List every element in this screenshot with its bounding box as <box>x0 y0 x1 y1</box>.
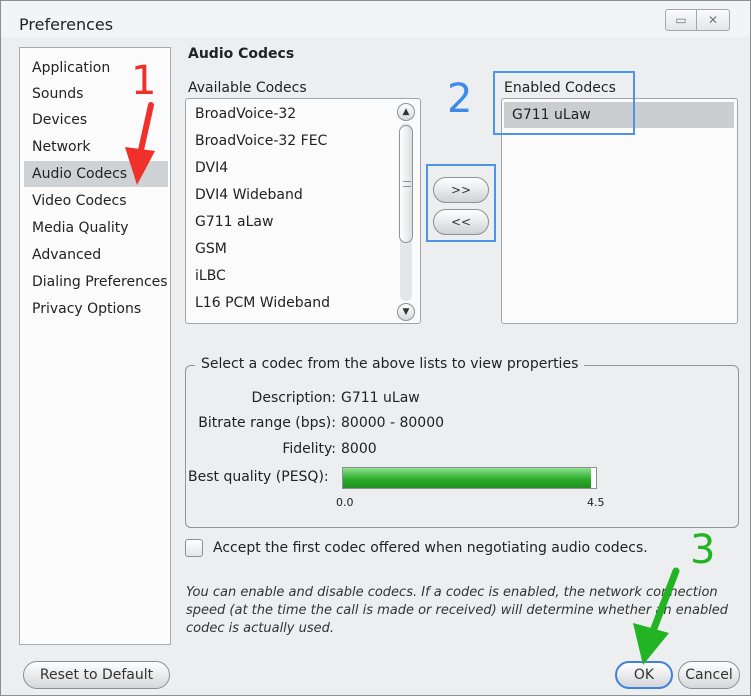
annotation-number-1: 1 <box>131 58 157 104</box>
accept-first-label[interactable]: Accept the first codec offered when nego… <box>213 540 648 556</box>
list-item[interactable]: G711 aLaw <box>195 209 273 235</box>
sidebar-item-advanced[interactable]: Advanced <box>24 242 168 268</box>
list-item[interactable]: iLBC <box>195 263 226 289</box>
list-item[interactable]: DVI4 Wideband <box>195 182 303 208</box>
available-codecs-scrollbar[interactable]: ▲ ▼ <box>396 103 416 321</box>
annotation-box-enabled <box>493 71 635 135</box>
list-item[interactable]: BroadVoice-32 FEC <box>195 128 327 154</box>
close-icon: ✕ <box>707 13 719 27</box>
list-item[interactable]: DVI4 <box>195 155 228 181</box>
sidebar-item-privacy-options[interactable]: Privacy Options <box>24 296 168 322</box>
fidelity-label: Fidelity: <box>282 441 336 457</box>
annotation-number-2: 2 <box>447 76 473 122</box>
preferences-window: Preferences ▭ ✕ Application Sounds Devic… <box>0 0 751 696</box>
sidebar-item-video-codecs[interactable]: Video Codecs <box>24 188 168 214</box>
quality-progress-fill <box>343 468 591 488</box>
quality-label: Best quality (PESQ): <box>188 469 329 485</box>
cancel-button[interactable]: Cancel <box>678 661 740 689</box>
sidebar: Application Sounds Devices Network Audio… <box>19 47 171 645</box>
sidebar-item-dialing-preferences[interactable]: Dialing Preferences <box>24 269 168 295</box>
quality-min-label: 0.0 <box>336 496 354 509</box>
quality-progress-bar <box>342 467 597 489</box>
sidebar-item-network[interactable]: Network <box>24 134 168 160</box>
list-item[interactable]: GSM <box>195 236 227 262</box>
available-codecs-list[interactable]: BroadVoice-32 BroadVoice-32 FEC DVI4 DVI… <box>185 98 421 324</box>
quality-max-label: 4.5 <box>587 496 605 509</box>
scroll-down-icon[interactable]: ▼ <box>397 303 415 321</box>
minimize-button[interactable]: ▭ <box>665 9 697 31</box>
sidebar-item-audio-codecs[interactable]: Audio Codecs <box>24 161 168 187</box>
description-value: G711 uLaw <box>341 390 420 406</box>
grip-icon <box>403 181 411 187</box>
annotation-number-3: 3 <box>690 527 716 573</box>
minimize-icon: ▭ <box>675 13 687 27</box>
sidebar-item-media-quality[interactable]: Media Quality <box>24 215 168 241</box>
reset-to-default-button[interactable]: Reset to Default <box>23 661 170 689</box>
ok-button[interactable]: OK <box>615 661 673 689</box>
window-title: Preferences <box>19 15 114 34</box>
fidelity-value: 8000 <box>341 441 377 457</box>
title-bar: Preferences ▭ ✕ <box>1 1 750 37</box>
accept-first-checkbox[interactable] <box>185 539 203 557</box>
sidebar-item-devices[interactable]: Devices <box>24 107 168 133</box>
description-label: Description: <box>251 390 336 406</box>
bitrate-value: 80000 - 80000 <box>341 415 445 431</box>
close-button[interactable]: ✕ <box>696 9 730 31</box>
list-item[interactable]: BroadVoice-32 <box>195 101 296 127</box>
list-item[interactable]: L16 PCM Wideband <box>195 290 330 316</box>
scroll-up-icon[interactable]: ▲ <box>397 103 415 121</box>
codec-note: You can enable and disable codecs. If a … <box>186 585 729 636</box>
section-title: Audio Codecs <box>188 46 295 62</box>
available-codecs-label: Available Codecs <box>188 80 307 96</box>
properties-legend: Select a codec from the above lists to v… <box>195 356 585 372</box>
bitrate-label: Bitrate range (bps): <box>198 415 336 431</box>
annotation-box-buttons <box>426 164 496 242</box>
scrollbar-thumb[interactable] <box>399 125 413 243</box>
